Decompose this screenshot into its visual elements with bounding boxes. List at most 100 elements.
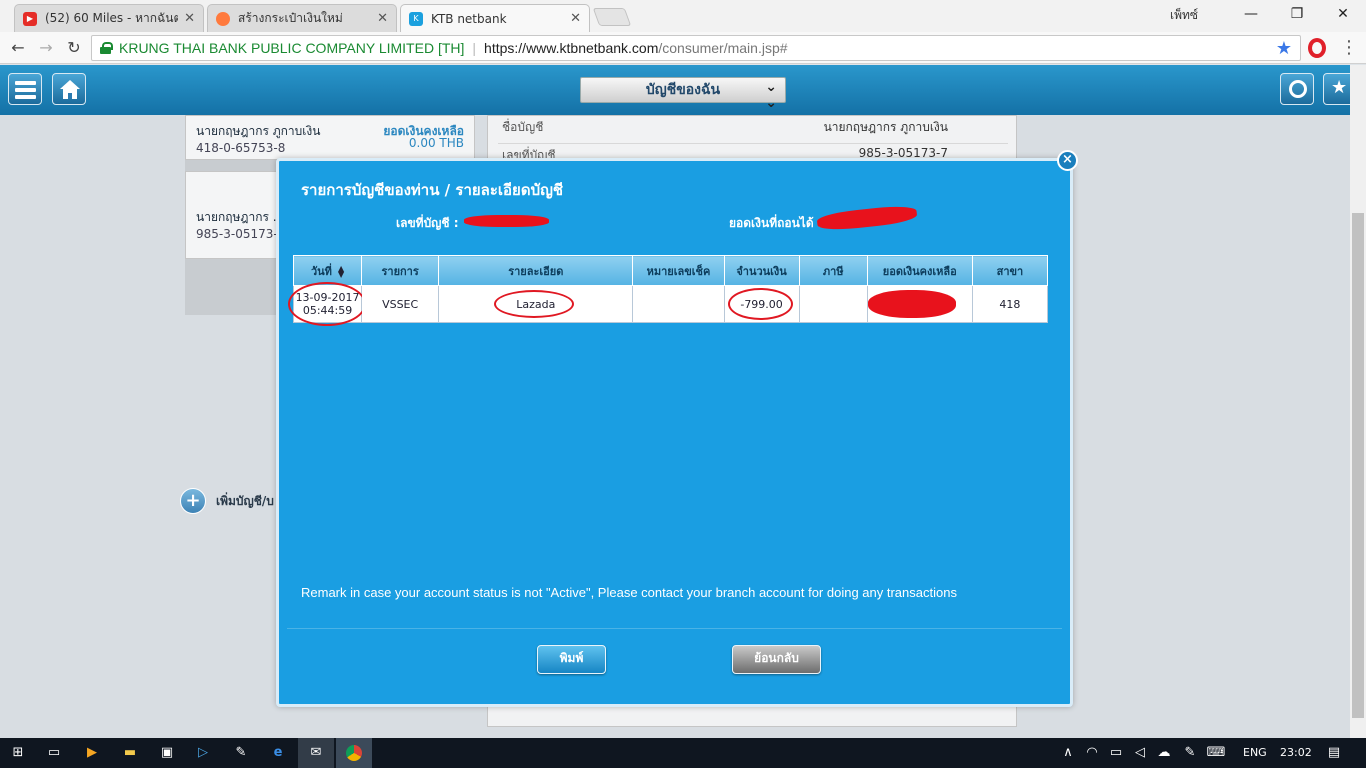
detail-label: ชื่อบัญชี (502, 120, 544, 134)
detail-value: นายกฤษฎากร ภูกาบเงิน (823, 120, 948, 134)
account-card[interactable]: นายกฤษฎากร ภูกาบเงิน 418-0-65753-8 ยอดเง… (185, 115, 475, 160)
chrome-icon[interactable] (344, 743, 364, 763)
forward-arrow-icon[interactable]: → (34, 36, 58, 60)
close-window-icon[interactable]: ✕ (1320, 0, 1366, 28)
column-header: จำนวนเงิน (723, 255, 800, 286)
sort-icon[interactable]: ▲ ▼ (338, 264, 344, 278)
column-header: ยอดเงินคงเหลือ (866, 255, 973, 286)
redaction-mark (867, 290, 956, 318)
windows-taskbar: ⊞ ▭ ▶ ▬ ▣ ▷ ✎ e ✉ ∧ ◠ ▭ ◁ ☁ ✎ ⌨ ENG 23:0… (0, 738, 1366, 768)
cell-balance (866, 285, 973, 323)
tab-wallet[interactable]: สร้างกระเป๋าเงินใหม่ ✕ (207, 4, 397, 32)
account-number-label: เลขที่บัญชี : (396, 216, 459, 230)
column-header: รายการ (361, 255, 440, 286)
pen-icon[interactable]: ✎ (1180, 743, 1200, 763)
ktb-icon: K (409, 11, 423, 26)
redaction-mark (464, 215, 549, 227)
new-tab-button[interactable] (592, 8, 632, 26)
cell-amount: -799.00 (723, 285, 800, 323)
cell-branch: 418 (971, 285, 1049, 323)
close-tab-icon[interactable]: ✕ (184, 11, 195, 26)
column-header-date[interactable]: วันที่ ▲ ▼ (292, 255, 363, 286)
tab-youtube[interactable]: ▶ (52) 60 Miles - หากฉันตาย ✕ (14, 4, 204, 32)
print-button[interactable]: พิมพ์ (537, 645, 606, 674)
balance-value: 0.00 THB (408, 136, 464, 150)
close-tab-icon[interactable]: ✕ (570, 11, 581, 26)
media-player-icon[interactable]: ▶ (82, 743, 102, 763)
column-header: รายละเอียด (438, 255, 634, 286)
browser-tab-strip: ▶ (52) 60 Miles - หากฉันตาย ✕ สร้างกระเป… (0, 0, 1366, 32)
tray-overflow-icon[interactable]: ∧ (1058, 743, 1078, 763)
paint-icon[interactable]: ✎ (231, 743, 251, 763)
wallet-app-icon (216, 11, 230, 26)
add-account-link[interactable]: + เพิ่มบัญชี/บ (180, 488, 274, 514)
task-view-icon[interactable]: ▭ (44, 743, 64, 763)
url-path: /consumer/main.jsp# (658, 40, 788, 56)
tab-title: สร้างกระเป๋าเงินใหม่ (238, 11, 343, 25)
bookmark-star-icon[interactable]: ★ (1276, 38, 1292, 59)
cell-cheque (632, 285, 725, 323)
account-selector-dropdown[interactable]: บัญชีของฉัน ⌄ ⌄ (580, 77, 786, 111)
modal-divider (287, 628, 1062, 629)
certificate-label[interactable]: KRUNG THAI BANK PUBLIC COMPANY LIMITED [… (119, 40, 464, 56)
transactions-table: วันที่ ▲ ▼ รายการ รายละเอียด หมายเลขเช็ค จ… (288, 255, 1049, 326)
back-arrow-icon[interactable]: ← (6, 36, 30, 60)
battery-icon[interactable]: ▭ (1106, 743, 1126, 763)
close-modal-icon[interactable]: × (1057, 150, 1078, 171)
cell-tax (798, 285, 868, 323)
tab-title: (52) 60 Miles - หากฉันตาย (45, 11, 179, 25)
reload-icon[interactable]: ↻ (62, 36, 86, 60)
account-status-remark: Remark in case your account status is no… (301, 585, 957, 600)
annotation-circle (494, 290, 575, 318)
modal-title: รายการบัญชีของท่าน / รายละเอียดบัญชี (301, 181, 564, 199)
action-center-icon[interactable]: ▤ (1324, 743, 1344, 763)
back-button[interactable]: ย้อนกลับ (732, 645, 821, 674)
menu-hamburger-icon[interactable] (8, 73, 42, 105)
favorites-star-icon[interactable]: ★ (1323, 73, 1350, 105)
minimize-icon[interactable]: — (1228, 0, 1274, 28)
network-icon[interactable]: ◠ (1082, 743, 1102, 763)
column-header: หมายเลขเช็ค (632, 255, 725, 286)
windows-start-icon[interactable]: ⊞ (8, 743, 28, 763)
tab-ktb-netbank[interactable]: K KTB netbank ✕ (400, 4, 590, 32)
volume-icon[interactable]: ◁ (1130, 743, 1150, 763)
annotation-circle (727, 288, 793, 320)
site-header: บัญชีของฉัน ⌄ ⌄ ★ (0, 65, 1350, 115)
account-selector-label: บัญชีของฉัน (645, 82, 721, 98)
youtube-icon: ▶ (23, 11, 37, 26)
table-header-row: วันที่ ▲ ▼ รายการ รายละเอียด หมายเลขเช็ค จ… (292, 255, 1049, 286)
address-separator: | (472, 40, 477, 56)
file-explorer-icon[interactable]: ▬ (120, 743, 140, 763)
available-balance-label: ยอดเงินที่ถอนได้ : (729, 216, 823, 230)
add-account-label: เพิ่มบัญชี/บ (216, 493, 274, 508)
tab-title: KTB netbank (431, 11, 507, 26)
photos-icon[interactable]: ▷ (193, 743, 213, 763)
transaction-detail-modal: รายการบัญชีของท่าน / รายละเอียดบัญชี เลข… (276, 158, 1073, 707)
home-icon[interactable] (52, 73, 86, 105)
browser-toolbar: ← → ↻ KRUNG THAI BANK PUBLIC COMPANY LIM… (0, 32, 1366, 64)
chevron-down-icon: ⌄ ⌄ (765, 79, 777, 111)
lock-icon (100, 42, 113, 54)
logout-icon[interactable] (1280, 73, 1314, 105)
page-scrollbar[interactable] (1350, 65, 1366, 738)
onedrive-icon[interactable]: ☁ (1154, 743, 1174, 763)
cell-type: VSSEC (361, 285, 440, 323)
store-icon[interactable]: ▣ (157, 743, 177, 763)
mail-icon[interactable]: ✉ (306, 743, 326, 763)
profile-name[interactable]: เพ็ทซ์ (1170, 6, 1198, 25)
table-row: 13-09-2017 05:44:59 VSSEC Lazada -799.00 (288, 282, 1049, 326)
close-tab-icon[interactable]: ✕ (377, 11, 388, 26)
annotation-circle (288, 282, 366, 326)
keyboard-icon[interactable]: ⌨ (1206, 743, 1226, 763)
restore-icon[interactable]: ❐ (1274, 0, 1320, 28)
edge-icon[interactable]: e (268, 743, 288, 763)
opera-extension-icon[interactable] (1308, 38, 1326, 58)
scrollbar-thumb[interactable] (1352, 213, 1364, 718)
clock[interactable]: 23:02 (1280, 746, 1312, 759)
address-bar[interactable]: KRUNG THAI BANK PUBLIC COMPANY LIMITED [… (91, 35, 1301, 61)
browser-menu-icon[interactable]: ⋮ (1340, 36, 1358, 60)
url-host: https://www.ktbnetbank.com (484, 40, 659, 56)
redaction-mark (816, 203, 918, 233)
cell-detail: Lazada (438, 285, 634, 323)
input-language[interactable]: ENG (1243, 746, 1267, 759)
